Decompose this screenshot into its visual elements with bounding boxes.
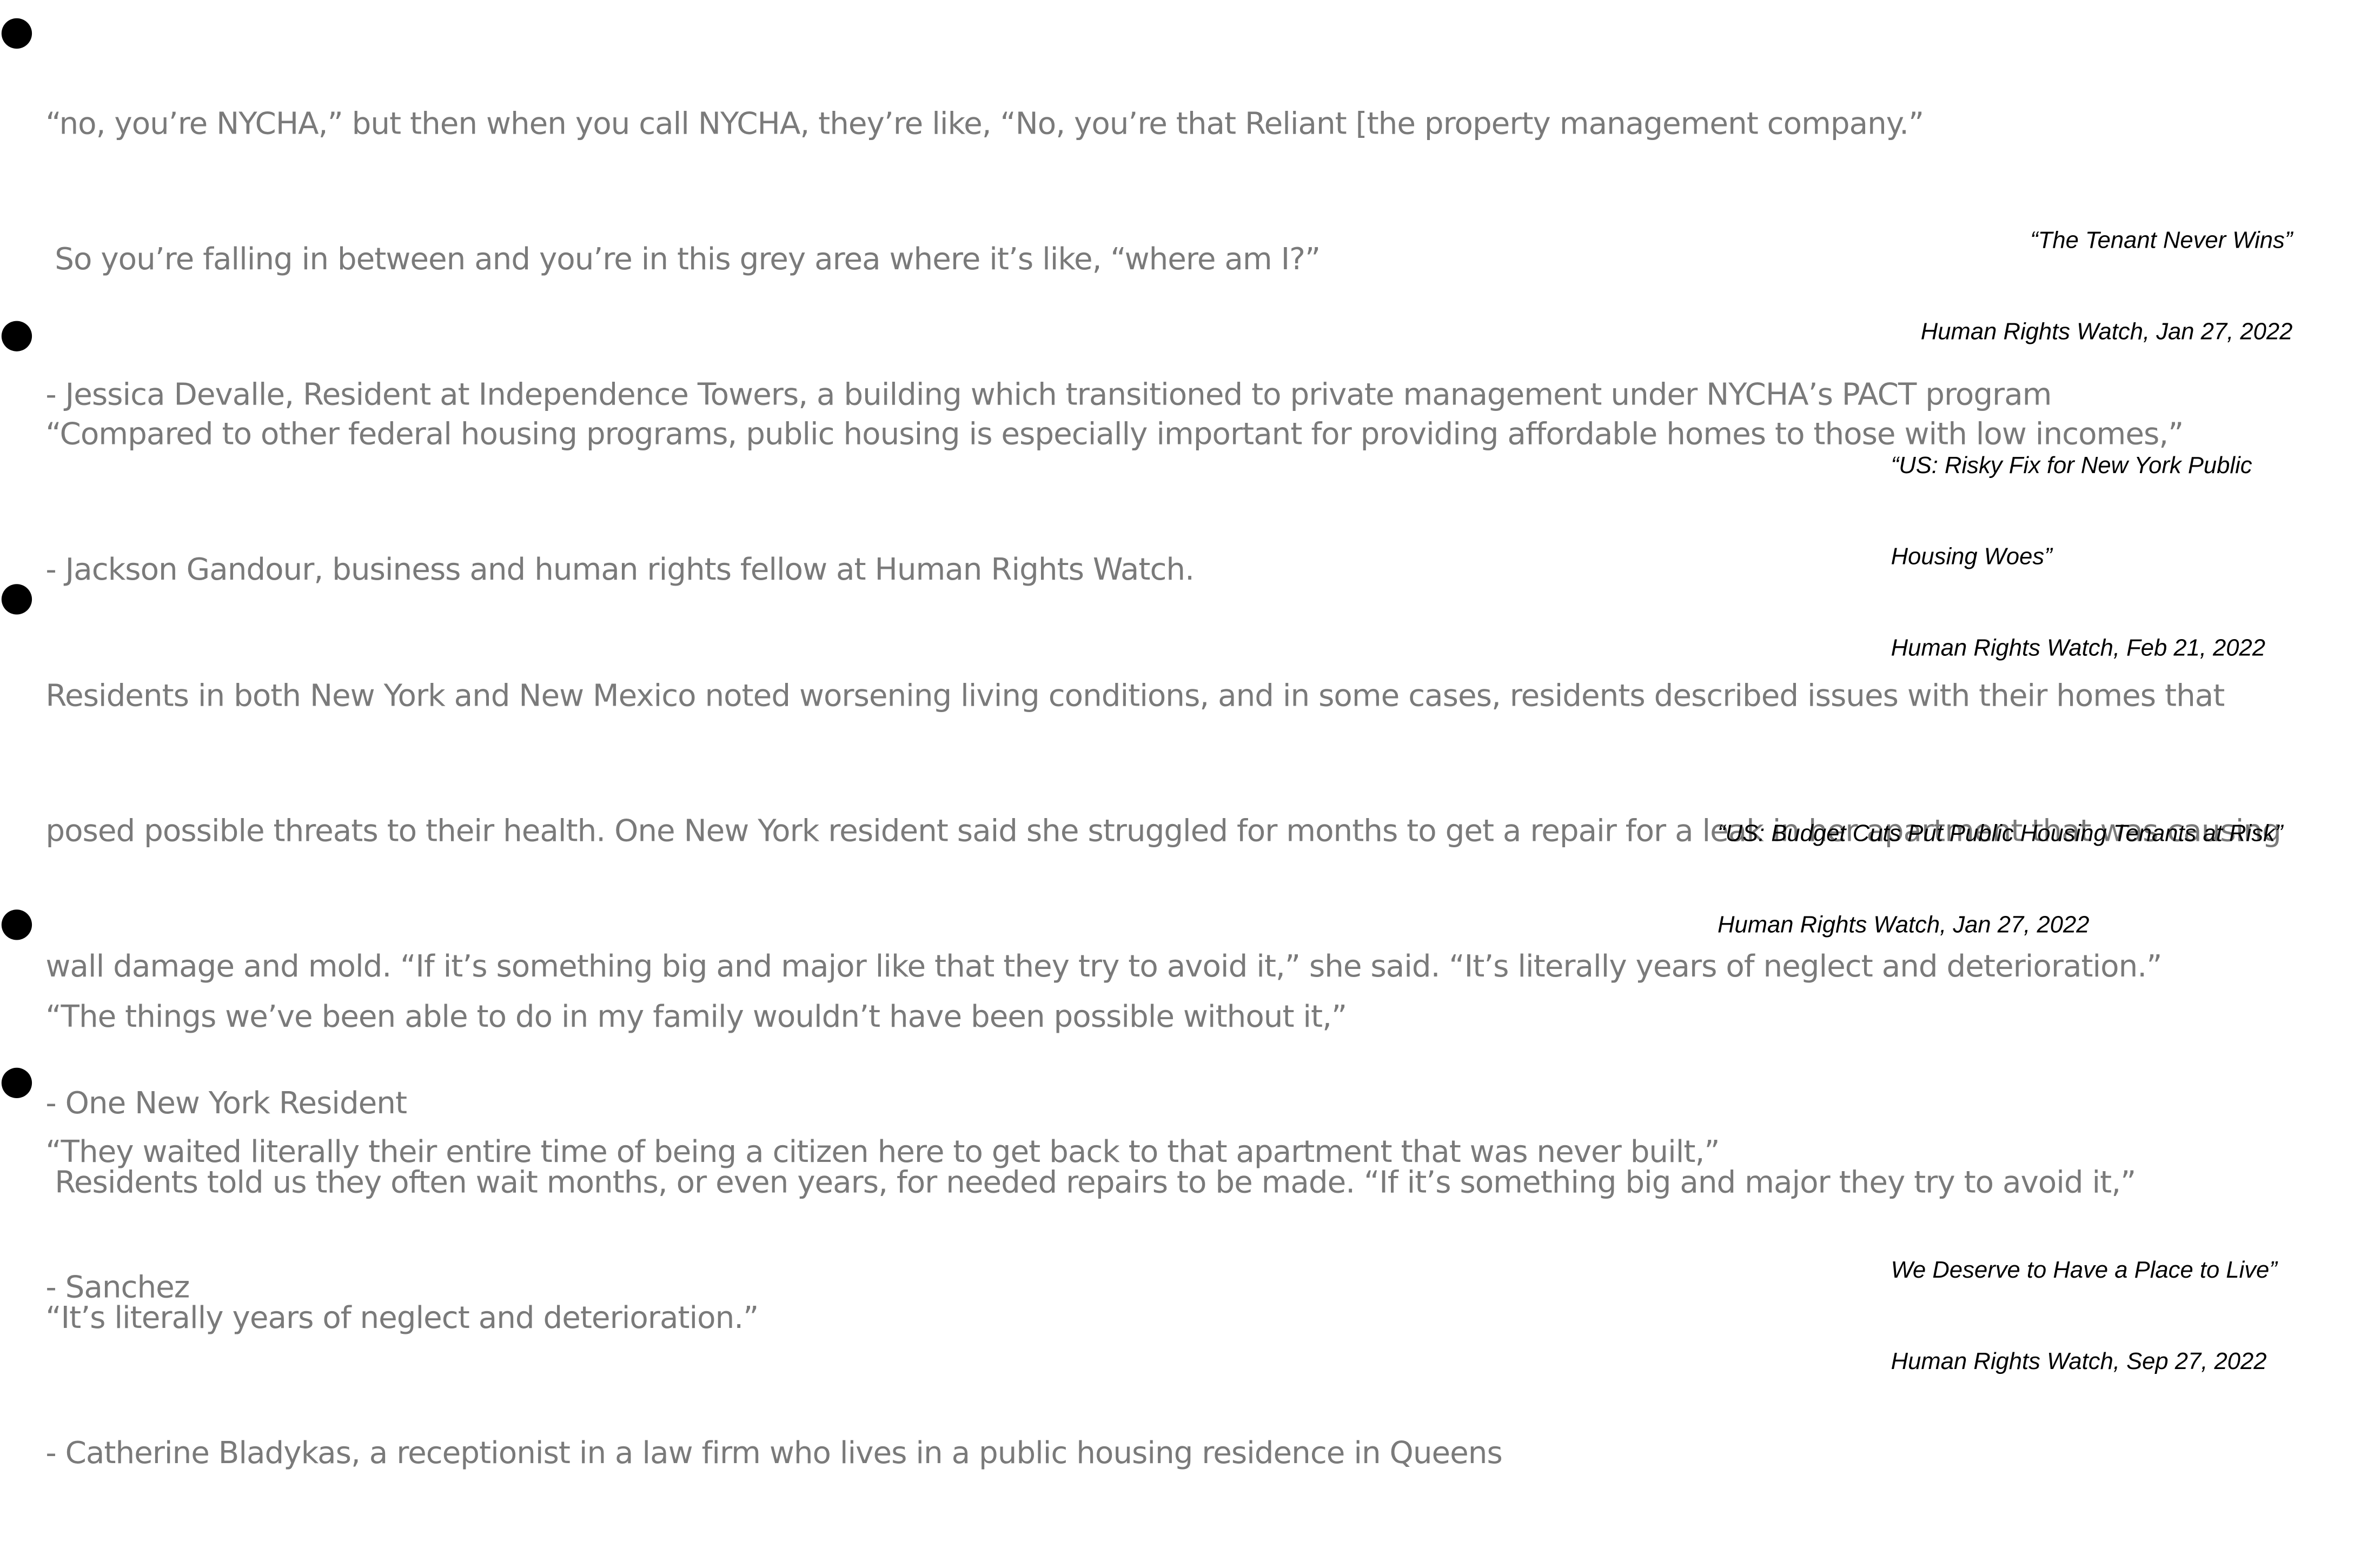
bullet-icon <box>1 1067 32 1099</box>
citation: We Deserve to Have a Place to Live” Huma… <box>1891 1195 2277 1439</box>
bullet-icon <box>1 18 32 49</box>
citation-title: We Deserve to Have a Place to Live” <box>1891 1258 2277 1284</box>
quote-line: Residents in both New York and New Mexic… <box>45 676 2225 713</box>
quote-line: “Compared to other federal housing progr… <box>45 414 2184 451</box>
citation-source: Human Rights Watch, Jan 27, 2022 <box>1717 912 2090 939</box>
citation-title: “The Tenant Never Wins” <box>2030 228 2293 254</box>
quote-line: “It’s literally years of neglect and det… <box>45 1299 759 1336</box>
citation-title: “US: Budget Cuts Put Public Housing Tena… <box>1717 821 2283 847</box>
quote-line: Residents told us they often wait months… <box>45 1162 2136 1200</box>
citation-source: Human Rights Watch, Sep 27, 2022 <box>1891 1349 2267 1376</box>
citation: “US: Budget Cuts Put Public Housing Tena… <box>1718 759 2283 1002</box>
citation-title: “US: Risky Fix for New York Public <box>1891 453 2252 480</box>
bullet-icon <box>1 584 32 615</box>
bullet-icon <box>1 321 32 351</box>
quote-attribution: - Catherine Bladykas, a receptionist in … <box>45 1434 1502 1472</box>
citation-title: Housing Woes” <box>1891 544 2052 570</box>
quote-block: Residents told us they often wait months… <box>45 1069 2136 1568</box>
quote-line: “no, you’re NYCHA,” but then when you ca… <box>45 104 1924 141</box>
quote-line: So you’re falling in between and you’re … <box>45 240 1321 277</box>
bullet-icon <box>1 909 32 940</box>
slide-page: “no, you’re NYCHA,” but then when you ca… <box>0 0 2367 1471</box>
quote-line: “The things we’ve been able to do in my … <box>45 997 1347 1034</box>
